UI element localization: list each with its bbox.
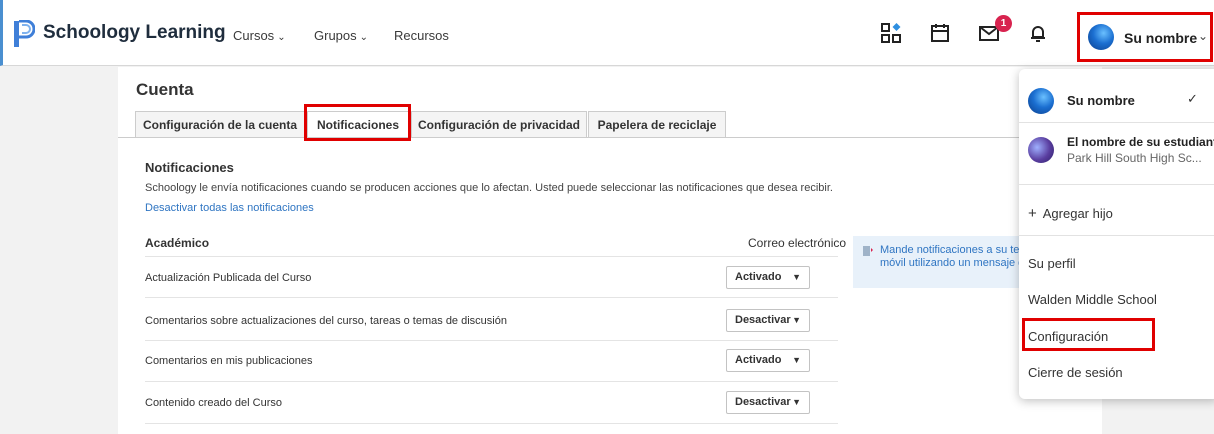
row-divider — [145, 423, 838, 424]
caret-down-icon: ▼ — [792, 272, 801, 282]
messages-badge: 1 — [995, 15, 1012, 32]
menu-add-child-label: Agregar hijo — [1042, 206, 1113, 221]
bell-icon[interactable] — [1027, 22, 1049, 44]
caret-down-icon: ▼ — [792, 397, 801, 407]
select-value: Activado — [735, 271, 782, 283]
sms-promo-line2: móvil utilizando un mensaje d — [880, 257, 1023, 269]
email-setting-select[interactable]: Desactivar ▼ — [726, 309, 810, 332]
avatar — [1028, 88, 1054, 114]
menu-school[interactable]: Walden Middle School — [1028, 292, 1157, 307]
menu-divider — [1019, 122, 1214, 123]
checkmark-icon: ✓ — [1187, 91, 1198, 106]
student-avatar — [1028, 137, 1054, 163]
mobile-phone-icon — [863, 246, 873, 256]
sms-promo-box: Mande notificaciones a su te móvil utili… — [853, 236, 1023, 288]
top-navigation-bar: Schoology Learning Cursos ⌄ Grupos ⌄ Recur… — [0, 0, 1214, 66]
menu-logout[interactable]: Cierre de sesión — [1028, 365, 1123, 380]
highlight-box — [304, 104, 411, 141]
highlight-box — [1022, 318, 1155, 351]
disable-all-link[interactable]: Desactivar todas las notificaciones — [145, 202, 314, 214]
page-title: Cuenta — [136, 80, 194, 99]
sms-promo-line1: Mande notificaciones a su te — [880, 244, 1020, 256]
tabs-divider — [118, 137, 1102, 138]
calendar-icon[interactable] — [929, 22, 951, 44]
schoology-logo-icon[interactable] — [13, 20, 35, 48]
sms-promo-link[interactable]: Mande notificaciones a su te móvil utili… — [880, 244, 1023, 270]
select-value: Activado — [735, 354, 782, 366]
nav-recursos[interactable]: Recursos — [394, 28, 449, 43]
row-divider — [145, 340, 838, 341]
row-divider — [145, 297, 838, 298]
caret-down-icon: ▼ — [792, 315, 801, 325]
chevron-down-icon: ⌄ — [277, 32, 286, 43]
menu-add-child[interactable]: + Agregar hijo — [1028, 205, 1113, 222]
nav-recursos-label: Recursos — [394, 28, 449, 43]
user-name: Su nombre — [1124, 30, 1198, 46]
email-setting-select[interactable]: Desactivar ▼ — [726, 391, 810, 414]
menu-divider — [1019, 235, 1214, 236]
nav-cursos-label: Cursos — [233, 28, 275, 43]
email-column-header: Correo electrónico — [748, 236, 847, 250]
chevron-down-icon: ⌄ — [359, 32, 369, 43]
apps-grid-icon[interactable] — [880, 22, 902, 44]
section-title: Notificaciones — [145, 160, 234, 175]
select-value: Desactivar — [735, 314, 791, 326]
email-setting-select[interactable]: Activado ▼ — [726, 349, 810, 372]
row-divider — [145, 256, 838, 257]
menu-student-school: Park Hill South High Sc... — [1067, 151, 1202, 165]
menu-divider — [1019, 184, 1214, 185]
brand-name[interactable]: Schoology Learning — [43, 22, 226, 44]
category-header: Académico — [145, 236, 210, 250]
menu-student-name[interactable]: El nombre de su estudiante — [1067, 135, 1214, 149]
menu-current-user[interactable]: Su nombre — [1067, 93, 1135, 108]
tab-recycle-bin[interactable]: Papelera de reciclaje — [588, 111, 726, 138]
menu-profile[interactable]: Su perfil — [1028, 256, 1076, 271]
tab-account-settings[interactable]: Configuración de la cuenta — [135, 111, 305, 138]
nav-cursos[interactable]: Cursos ⌄ — [233, 28, 286, 43]
nav-grupos[interactable]: Grupos ⌄ — [314, 28, 368, 43]
table-row-label: Actualización Publicada del Curso — [145, 272, 312, 284]
plus-icon: + — [1028, 205, 1037, 222]
nav-grupos-label: Grupos — [314, 28, 357, 43]
tab-privacy-settings[interactable]: Configuración de privacidad — [411, 111, 587, 138]
chevron-down-icon: ⌄ — [1198, 29, 1209, 43]
email-setting-select[interactable]: Activado ▼ — [726, 266, 810, 289]
table-row-label: Comentarios sobre actualizaciones del cu… — [145, 315, 507, 327]
table-row-label: Contenido creado del Curso — [145, 397, 282, 409]
section-description: Schoology le envía notificaciones cuando… — [145, 182, 833, 194]
select-value: Desactivar — [735, 396, 791, 408]
caret-down-icon: ▼ — [792, 355, 801, 365]
row-divider — [145, 381, 838, 382]
table-row-label: Comentarios en mis publicaciones — [145, 355, 313, 367]
avatar — [1088, 24, 1114, 50]
user-menu-button[interactable]: Su nombre ⌄ — [1077, 12, 1213, 62]
